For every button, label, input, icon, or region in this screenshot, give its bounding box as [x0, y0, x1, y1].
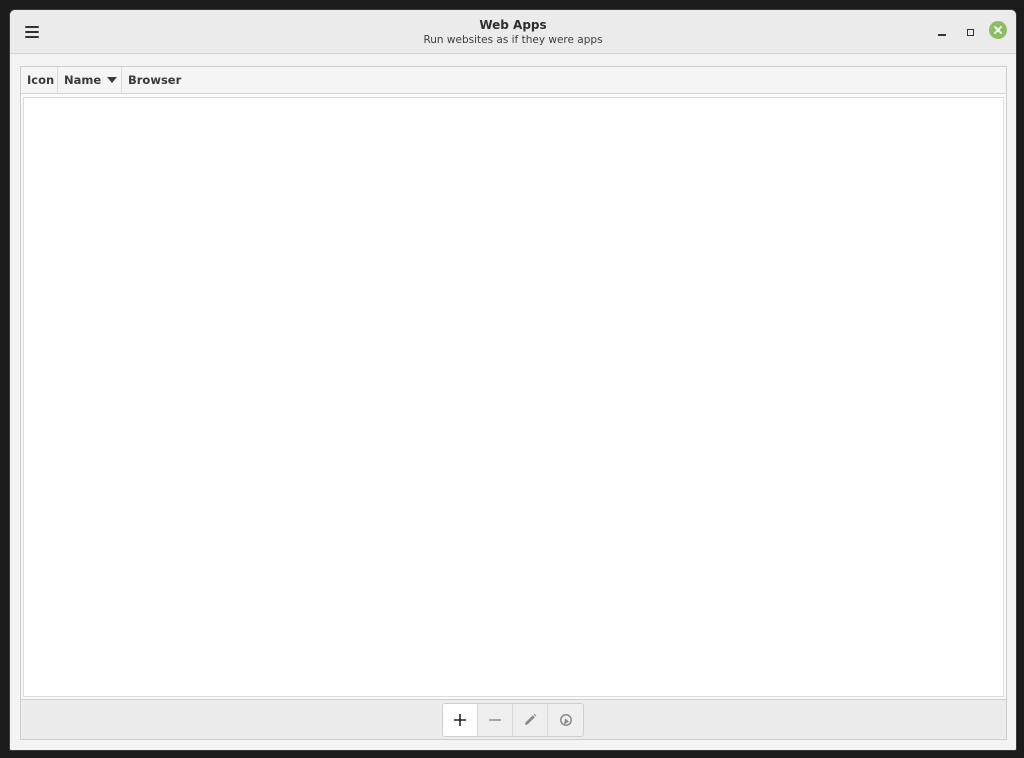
action-button-group	[442, 703, 584, 737]
bottom-toolbar	[20, 700, 1007, 740]
column-header-label: Name	[64, 73, 102, 87]
webapps-table: Icon Name Browser	[20, 66, 1007, 700]
maximize-icon[interactable]	[960, 22, 980, 42]
minus-icon	[489, 719, 501, 721]
launch-icon	[559, 714, 572, 726]
column-header-label: Browser	[128, 73, 182, 87]
plus-icon	[454, 714, 466, 726]
window-subtitle: Run websites as if they were apps	[423, 34, 603, 46]
table-header: Icon Name Browser	[21, 67, 1006, 94]
pencil-icon	[525, 713, 537, 725]
app-window: Web Apps Run websites as if they were ap…	[9, 9, 1017, 751]
minimize-icon[interactable]	[932, 22, 952, 42]
add-button[interactable]	[443, 704, 478, 736]
webapps-list[interactable]	[23, 97, 1004, 697]
column-header-icon[interactable]: Icon	[21, 67, 58, 93]
close-icon[interactable]	[989, 21, 1007, 39]
remove-button[interactable]	[478, 704, 513, 736]
edit-button[interactable]	[513, 704, 548, 736]
title-bar[interactable]: Web Apps Run websites as if they were ap…	[10, 10, 1016, 54]
sort-descending-icon	[107, 77, 118, 83]
column-header-browser[interactable]: Browser	[122, 67, 1006, 93]
column-header-label: Icon	[27, 73, 55, 87]
title-block: Web Apps Run websites as if they were ap…	[10, 18, 1016, 47]
window-title: Web Apps	[479, 18, 547, 32]
column-header-name[interactable]: Name	[58, 67, 122, 93]
launch-button[interactable]	[548, 704, 583, 736]
